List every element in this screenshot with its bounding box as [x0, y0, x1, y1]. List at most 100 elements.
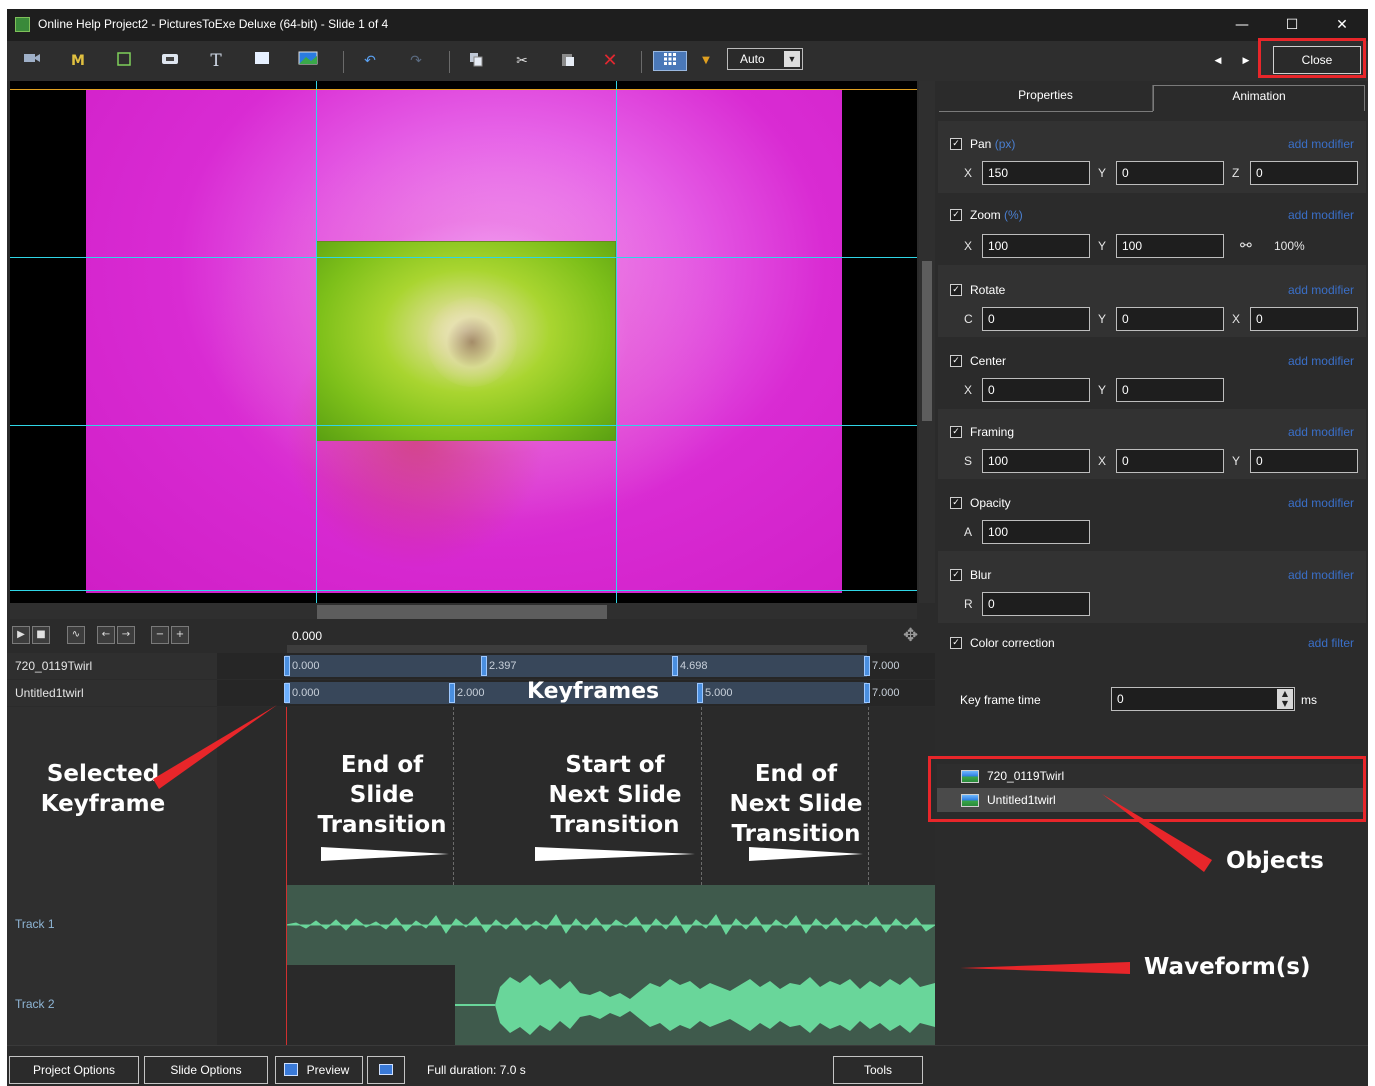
center-y-input[interactable]: 0 [1116, 378, 1224, 402]
rectangle-icon[interactable] [251, 51, 273, 71]
remove-keyframe-icon[interactable]: − [151, 626, 169, 644]
audio-track[interactable]: Track 2 [7, 965, 935, 1045]
slide-canvas[interactable] [10, 81, 917, 603]
center-x-input[interactable]: 0 [982, 378, 1090, 402]
keyframe[interactable]: 4.698 [672, 655, 708, 677]
framing-s-input[interactable]: 100 [982, 449, 1090, 473]
undo-icon[interactable]: ↶ [359, 51, 381, 71]
text-icon[interactable]: T [205, 51, 227, 71]
pan-unit: (px) [994, 137, 1016, 151]
frame-icon[interactable] [113, 51, 135, 71]
blur-checkbox[interactable]: ✓ [950, 569, 962, 581]
move-icon[interactable]: ✥ [903, 625, 918, 646]
mask-icon[interactable]: M [67, 51, 89, 71]
color-correction-checkbox[interactable]: ✓ [950, 637, 962, 649]
blur-add-modifier-link[interactable]: add modifier [1288, 568, 1354, 582]
zoom-checkbox[interactable]: ✓ [950, 209, 962, 221]
opacity-checkbox[interactable]: ✓ [950, 497, 962, 509]
delete-icon[interactable]: ✕ [599, 51, 621, 71]
canvas-vertical-scrollbar[interactable] [919, 81, 935, 603]
keyframe-time-input[interactable]: 0 [1111, 687, 1295, 711]
center-add-modifier-link[interactable]: add modifier [1288, 354, 1354, 368]
rotate-y-axis-label: Y [1098, 312, 1107, 326]
framing-add-modifier-link[interactable]: add modifier [1288, 425, 1354, 439]
button-icon[interactable] [159, 51, 181, 71]
waveform-toggle-icon[interactable]: ∿ [67, 626, 85, 644]
annotation-end-of-next-slide-transition: End of Next Slide Transition [729, 759, 863, 849]
copy-icon[interactable] [465, 51, 487, 71]
track-name: Track 2 [7, 965, 217, 1045]
image-icon[interactable] [297, 51, 319, 71]
keyframe-marker [284, 683, 290, 704]
keyframe-selected[interactable]: 0.000 [284, 682, 320, 704]
pan-x-input[interactable]: 150 [982, 161, 1090, 185]
opacity-a-input[interactable]: 100 [982, 520, 1090, 544]
zoom-add-modifier-link[interactable]: add modifier [1288, 208, 1354, 222]
add-filter-link[interactable]: add filter [1308, 636, 1354, 650]
pan-label-text: Pan [970, 137, 992, 151]
tab-animation[interactable]: Animation [1153, 85, 1365, 111]
rotate-x-input[interactable]: 0 [1250, 307, 1358, 331]
selected-object-image[interactable] [316, 241, 616, 441]
project-options-button[interactable]: Project Options [9, 1056, 139, 1084]
dropdown-arrow-icon[interactable]: ▼ [695, 51, 717, 71]
keyframe[interactable]: 7.000 [864, 682, 900, 704]
keyframe[interactable]: 7.000 [864, 655, 900, 677]
pan-y-axis-label: Y [1098, 166, 1107, 180]
keyframe[interactable]: 5.000 [697, 682, 733, 704]
stop-icon[interactable]: ■ [32, 626, 50, 644]
blur-r-input[interactable]: 0 [982, 592, 1090, 616]
tools-button[interactable]: Tools [833, 1056, 923, 1084]
fullscreen-preview-button[interactable] [367, 1056, 405, 1084]
zoom-select[interactable]: Auto ▼ [727, 48, 803, 70]
slide-options-button[interactable]: Slide Options [144, 1056, 268, 1084]
window-close-button[interactable]: ✕ [1319, 13, 1365, 37]
timeline-ruler[interactable] [287, 645, 867, 653]
timeline-object-row[interactable]: 720_0119Twirl 0.000 2.397 4.698 7.000 [7, 653, 935, 679]
zoom-y-input[interactable]: 100 [1116, 234, 1224, 258]
paste-icon[interactable] [557, 51, 579, 71]
preview-button[interactable]: Preview [275, 1056, 363, 1084]
pan-add-modifier-link[interactable]: add modifier [1288, 137, 1354, 151]
camera-icon[interactable] [21, 51, 43, 71]
prev-keyframe-icon[interactable]: ← [97, 626, 115, 644]
cut-icon[interactable]: ✂ [511, 51, 533, 71]
canvas-horizontal-scrollbar[interactable] [10, 603, 917, 619]
add-keyframe-icon[interactable]: + [171, 626, 189, 644]
rotate-label: Rotate [970, 283, 1006, 297]
pan-checkbox[interactable]: ✓ [950, 138, 962, 150]
rotate-add-modifier-link[interactable]: add modifier [1288, 283, 1354, 297]
next-keyframe-icon[interactable]: → [117, 626, 135, 644]
next-icon[interactable]: ▶ [1235, 51, 1257, 71]
minimize-button[interactable]: — [1219, 13, 1265, 37]
framing-x-input[interactable]: 0 [1116, 449, 1224, 473]
tab-properties[interactable]: Properties [939, 85, 1153, 111]
framing-group: ✓ Framing add modifier S 100 X 0 Y 0 [938, 409, 1366, 479]
pan-y-input[interactable]: 0 [1116, 161, 1224, 185]
pan-x-axis-label: X [964, 166, 973, 180]
framing-y-input[interactable]: 0 [1250, 449, 1358, 473]
play-icon[interactable]: ▶ [12, 626, 30, 644]
keyframe-time: 2.397 [489, 660, 517, 672]
grid-icon[interactable] [653, 51, 687, 71]
keyframe[interactable]: 2.000 [449, 682, 485, 704]
scroll-thumb[interactable] [317, 605, 607, 619]
spinner-icon[interactable]: ▲ ▼ [1277, 689, 1293, 709]
prev-icon[interactable]: ◀ [1207, 51, 1229, 71]
scroll-thumb[interactable] [922, 261, 932, 421]
pan-z-input[interactable]: 0 [1250, 161, 1358, 185]
keyframe[interactable]: 2.397 [481, 655, 517, 677]
link-icon[interactable]: ⚯ [1240, 237, 1252, 254]
center-checkbox[interactable]: ✓ [950, 355, 962, 367]
playhead[interactable] [286, 707, 287, 1045]
keyframe[interactable]: 0.000 [284, 655, 320, 677]
audio-track[interactable]: Track 1 [7, 885, 935, 965]
rotate-checkbox[interactable]: ✓ [950, 284, 962, 296]
rotate-y-input[interactable]: 0 [1116, 307, 1224, 331]
framing-checkbox[interactable]: ✓ [950, 426, 962, 438]
redo-icon[interactable]: ↷ [405, 51, 427, 71]
maximize-button[interactable]: ☐ [1269, 13, 1315, 37]
rotate-c-input[interactable]: 0 [982, 307, 1090, 331]
zoom-x-input[interactable]: 100 [982, 234, 1090, 258]
opacity-add-modifier-link[interactable]: add modifier [1288, 496, 1354, 510]
